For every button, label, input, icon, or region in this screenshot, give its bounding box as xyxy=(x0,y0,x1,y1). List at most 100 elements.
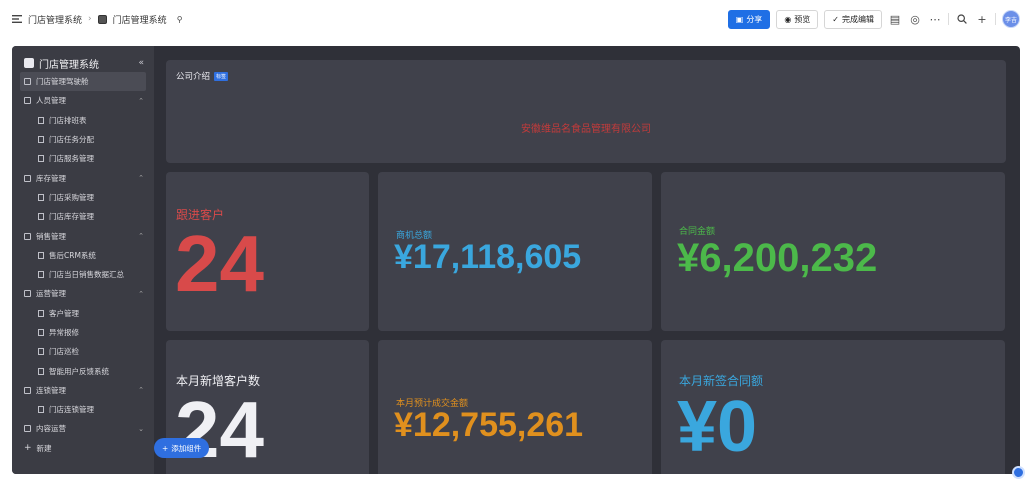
app-canvas: 门店管理系统 « 门店管理驾驶舱人员管理 ⌃ 门店排班表门店任务分配 门店服务管理库存… xyxy=(12,46,1020,474)
forecast-value: ¥12,755,261 xyxy=(394,406,584,444)
opportunity-value: ¥17,118,605 xyxy=(394,238,582,276)
company-intro-card[interactable]: 公司介绍 标签 安徽维品名食品管理有限公司 xyxy=(166,60,1006,163)
sidebar-item-label: 客户管理 xyxy=(49,308,79,318)
sidebar-subitem[interactable]: 门店库存管理 xyxy=(12,207,154,226)
sidebar-item-label: 库存管理 xyxy=(36,173,66,183)
sidebar-group[interactable]: 连锁管理 ⌃ xyxy=(12,381,154,400)
folder-icon xyxy=(24,290,31,298)
preview-button[interactable]: ◉ 预览 xyxy=(776,9,819,29)
sidebar-group[interactable]: 人员管理 ⌃ xyxy=(12,91,154,110)
collapse-icon[interactable]: « xyxy=(138,58,144,68)
forecast-card[interactable]: 本月预计成交金额 ¥12,755,261 xyxy=(378,340,652,474)
chevron-up-icon[interactable]: ⌃ xyxy=(138,97,144,105)
sidebar-subitem[interactable]: 门店连锁管理 xyxy=(12,400,154,419)
breadcrumb-current[interactable]: 门店管理系统 xyxy=(113,13,167,26)
chevron-up-icon[interactable]: ⌃ xyxy=(138,386,144,394)
search-icon[interactable] xyxy=(955,12,969,26)
sidebar-subitem[interactable]: 客户管理 xyxy=(12,304,154,323)
sidebar-subitem[interactable]: 售后CRM系统 xyxy=(12,246,154,265)
sidebar-list: 门店管理驾驶舱人员管理 ⌃ 门店排班表门店任务分配 门店服务管理库存管理 ⌃ 门店采购管理… xyxy=(12,72,154,458)
intro-badge: 标签 xyxy=(214,71,229,81)
sidebar-item-label: 运营管理 xyxy=(36,289,66,299)
breadcrumb-parent[interactable]: 门店管理系统 xyxy=(28,13,82,26)
sidebar-item-label: 智能用户反馈系统 xyxy=(49,366,109,376)
sidebar: 门店管理系统 « 门店管理驾驶舱人员管理 ⌃ 门店排班表门店任务分配 门店服务管理库存… xyxy=(12,46,154,474)
new-customers-value: 24 xyxy=(175,385,264,474)
sidebar-item-label: 异常报修 xyxy=(49,328,79,337)
sidebar-item-label: 门店连锁管理 xyxy=(49,405,94,415)
sidebar-item-label: 人员管理 xyxy=(36,96,66,106)
folder-icon xyxy=(24,97,31,105)
share-icon: ▣ xyxy=(735,14,744,24)
folder-icon xyxy=(24,78,31,86)
contract-card[interactable]: 合同金额 ¥6,200,232 xyxy=(661,172,1005,331)
sidebar-item-label: 门店库存管理 xyxy=(49,212,94,222)
page-icon xyxy=(38,193,44,201)
sidebar-item-label: 门店巡检 xyxy=(49,347,79,357)
sidebar-item-label: 售后CRM系统 xyxy=(49,250,96,260)
page-icon xyxy=(38,116,44,124)
finish-edit-button[interactable]: ✓ 完成编辑 xyxy=(824,9,882,29)
sidebar-subitem[interactable]: 门店巡检 xyxy=(12,342,154,361)
sidebar-title: 门店管理系统 xyxy=(39,59,99,71)
sidebar-item-label: 门店采购管理 xyxy=(49,192,94,202)
follow-customers-card[interactable]: 跟进客户 24 xyxy=(166,172,369,331)
sidebar-group[interactable]: 销售管理 ⌃ xyxy=(12,226,154,245)
sidebar-subitem[interactable]: 门店任务分配 xyxy=(12,130,154,149)
page-icon xyxy=(38,251,44,259)
page-icon xyxy=(38,348,44,356)
new-contract-card[interactable]: 本月新签合同额 ¥0 xyxy=(661,340,1005,474)
company-name: 安徽维品名食品管理有限公司 xyxy=(521,124,651,135)
sidebar-item-label: 门店任务分配 xyxy=(49,135,94,145)
sidebar-new-item[interactable]: + 新建 xyxy=(12,439,154,458)
page-icon xyxy=(38,367,44,375)
chevron-down-icon[interactable]: ⌄ xyxy=(138,425,144,433)
page-icon xyxy=(38,213,44,221)
template-icon[interactable]: ▤ xyxy=(888,12,902,26)
sidebar-item-label: 新建 xyxy=(36,443,52,453)
follow-value: 24 xyxy=(175,219,264,308)
page-icon xyxy=(38,155,44,163)
top-toolbar: 门店管理系统 › 门店管理系统 ⚲ ▣ 分享 ◉ 预览 ✓ 完成编辑 ▤ ◎ ⋯ + … xyxy=(0,0,1032,38)
share-button[interactable]: ▣ 分享 xyxy=(727,9,771,29)
sidebar-item-label: 内容运营 xyxy=(36,424,66,434)
folder-icon xyxy=(24,232,31,240)
pin-icon[interactable]: ⚲ xyxy=(173,12,187,26)
check-circle-icon: ✓ xyxy=(832,14,839,24)
sidebar-item-label: 门店排班表 xyxy=(49,115,87,125)
sidebar-group[interactable]: 运营管理 ⌃ xyxy=(12,284,154,303)
help-icon[interactable] xyxy=(1012,466,1025,479)
sidebar-subitem[interactable]: 门店排班表 xyxy=(12,111,154,130)
plus-icon[interactable]: + xyxy=(975,12,989,26)
sidebar-subitem[interactable]: 门店服务管理 xyxy=(12,149,154,168)
sidebar-item-label: 门店当日销售数据汇总 xyxy=(49,270,124,280)
sidebar-group[interactable]: 内容运营 ⌄ xyxy=(12,419,154,438)
plus-icon: + xyxy=(162,443,169,453)
home-icon xyxy=(24,58,34,68)
sidebar-item-dashboard[interactable]: 门店管理驾驶舱 xyxy=(20,72,146,92)
chevron-up-icon[interactable]: ⌃ xyxy=(138,232,144,240)
list-icon[interactable] xyxy=(12,14,22,24)
chevron-up-icon[interactable]: ⌃ xyxy=(138,174,144,182)
add-component-button[interactable]: + 添加组件 xyxy=(154,438,210,458)
sidebar-group[interactable]: 库存管理 ⌃ xyxy=(12,168,154,187)
sidebar-item-label: 门店服务管理 xyxy=(49,154,94,164)
folder-icon xyxy=(24,174,31,182)
more-icon[interactable]: ⋯ xyxy=(928,12,942,26)
app-icon xyxy=(97,14,107,24)
avatar[interactable]: 李吉 xyxy=(1002,10,1020,28)
plus-icon: + xyxy=(24,443,32,454)
sidebar-subitem[interactable]: 智能用户反馈系统 xyxy=(12,361,154,380)
new-contract-value: ¥0 xyxy=(677,387,758,467)
sidebar-subitem[interactable]: 门店采购管理 xyxy=(12,188,154,207)
sidebar-subitem[interactable]: 异常报修 xyxy=(12,323,154,342)
palette-icon[interactable]: ◎ xyxy=(908,12,922,26)
folder-icon xyxy=(24,425,31,433)
page-icon xyxy=(38,329,44,336)
chevron-up-icon[interactable]: ⌃ xyxy=(138,290,144,298)
sidebar-subitem[interactable]: 门店当日销售数据汇总 xyxy=(12,265,154,284)
intro-title: 公司介绍 xyxy=(176,72,211,82)
page-icon xyxy=(38,136,44,144)
opportunity-card[interactable]: 商机总额 ¥17,118,605 xyxy=(378,172,652,331)
breadcrumb: 门店管理系统 › 门店管理系统 ⚲ xyxy=(12,12,187,26)
